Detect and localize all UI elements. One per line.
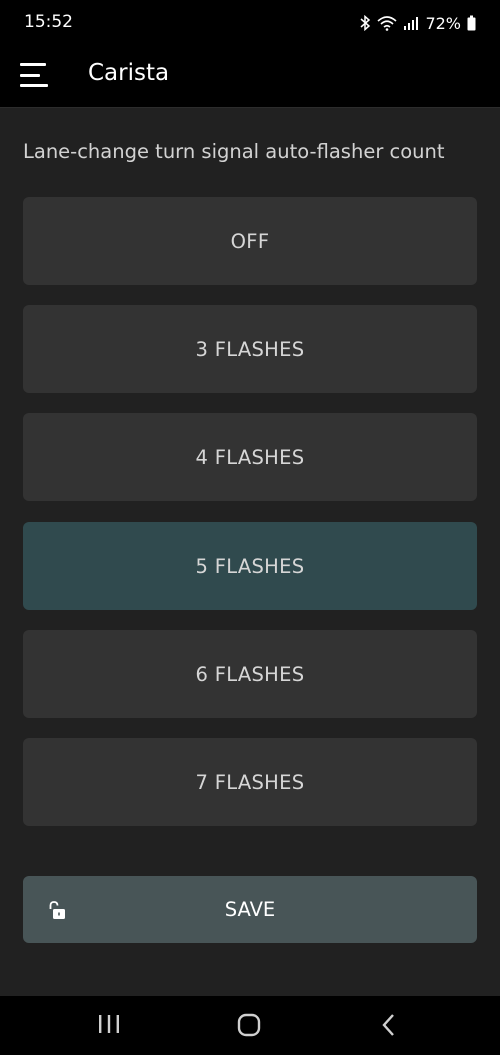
status-icons: 72% (359, 11, 476, 35)
option-label: 3 FLASHES (195, 337, 305, 361)
save-button[interactable]: SAVE (23, 876, 477, 943)
battery-percent: 72% (425, 13, 461, 33)
signal-icon (403, 15, 419, 31)
option-4-flashes[interactable]: 4 FLASHES (23, 413, 477, 501)
hamburger-menu-icon[interactable] (20, 60, 50, 90)
option-3-flashes[interactable]: 3 FLASHES (23, 305, 477, 393)
status-time: 15:52 (24, 12, 73, 32)
unlocked-padlock-icon (47, 900, 67, 924)
status-bar: 15:52 72% (0, 0, 500, 46)
option-label: 5 FLASHES (195, 554, 305, 578)
option-7-flashes[interactable]: 7 FLASHES (23, 738, 477, 826)
battery-icon (467, 15, 476, 31)
option-label: OFF (230, 229, 270, 253)
home-icon[interactable] (237, 1013, 261, 1041)
save-label: SAVE (224, 898, 276, 921)
bluetooth-icon (359, 15, 371, 31)
option-5-flashes[interactable]: 5 FLASHES (23, 522, 477, 610)
option-label: 6 FLASHES (195, 662, 305, 686)
app-bar: Carista (0, 46, 500, 108)
option-6-flashes[interactable]: 6 FLASHES (23, 630, 477, 718)
recent-apps-icon[interactable] (98, 1014, 120, 1038)
option-label: 7 FLASHES (195, 770, 305, 794)
option-label: 4 FLASHES (195, 445, 305, 469)
back-icon[interactable] (380, 1013, 398, 1041)
setting-label: Lane-change turn signal auto-flasher cou… (23, 140, 445, 163)
option-off[interactable]: OFF (23, 197, 477, 285)
navigation-bar (0, 996, 500, 1055)
wifi-icon (377, 15, 397, 31)
main-content: Lane-change turn signal auto-flasher cou… (0, 108, 500, 996)
app-title: Carista (88, 60, 170, 86)
